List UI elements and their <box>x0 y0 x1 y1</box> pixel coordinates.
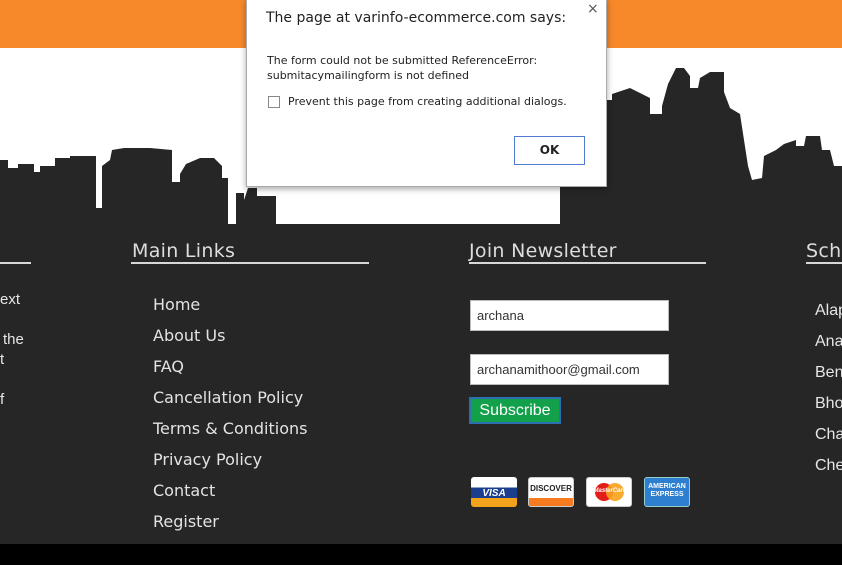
american-express-icon: AMERICAN EXPRESS <box>644 477 690 507</box>
school-link-2[interactable]: Ana <box>815 333 842 351</box>
footer-link-privacy-policy[interactable]: Privacy Policy <box>153 451 307 482</box>
newsletter-rule <box>469 262 706 264</box>
left-column-text-4[interactable]: f <box>0 391 4 408</box>
discover-card-icon: DISCOVER <box>528 477 574 507</box>
visa-card-icon: VISA <box>471 477 517 507</box>
dialog-title: The page at varinfo-ecommerce.com says: <box>266 10 567 26</box>
footer-link-contact[interactable]: Contact <box>153 482 307 513</box>
alert-dialog: The page at varinfo-ecommerce.com says: … <box>246 0 607 187</box>
schools-rule <box>806 262 842 264</box>
main-links-title: Main Links <box>132 240 236 262</box>
discover-card-label: DISCOVER <box>530 484 572 493</box>
school-link-5[interactable]: Cha <box>815 426 842 444</box>
school-link-3[interactable]: Ben <box>815 364 842 382</box>
left-column-text-3[interactable]: t <box>0 351 4 368</box>
close-icon[interactable]: × <box>587 1 599 17</box>
mastercard-label: MasterCard <box>593 488 627 494</box>
footer-link-register[interactable]: Register <box>153 513 307 544</box>
school-link-6[interactable]: Che <box>815 457 842 475</box>
main-links-rule <box>131 262 369 264</box>
subscribe-button[interactable]: Subscribe <box>469 397 561 424</box>
footer-link-terms-conditions[interactable]: Terms & Conditions <box>153 420 307 451</box>
visa-card-label: VISA <box>482 488 506 499</box>
dialog-message-line-2: submitacymailingform is not defined <box>267 69 469 82</box>
site-footer <box>0 225 842 544</box>
left-column-rule <box>0 262 31 264</box>
dialog-message-line-1: The form could not be submitted Referenc… <box>267 54 538 67</box>
footer-link-about-us[interactable]: About Us <box>153 327 307 358</box>
bottom-black-strip <box>0 544 842 565</box>
footer-link-faq[interactable]: FAQ <box>153 358 307 389</box>
school-link-4[interactable]: Bho <box>815 395 842 413</box>
amex-label-line2: EXPRESS <box>650 491 684 498</box>
left-column-text-1[interactable]: ext <box>0 291 20 308</box>
prevent-dialogs-label[interactable]: Prevent this page from creating addition… <box>288 95 567 108</box>
ok-button[interactable]: OK <box>514 136 585 165</box>
newsletter-email-input[interactable]: archanamithoor@gmail.com <box>470 354 669 385</box>
schools-title: Scho <box>806 240 842 262</box>
newsletter-name-input[interactable]: archana <box>470 300 669 331</box>
prevent-dialogs-checkbox[interactable] <box>268 96 280 108</box>
footer-link-home[interactable]: Home <box>153 296 307 327</box>
footer-link-cancellation-policy[interactable]: Cancellation Policy <box>153 389 307 420</box>
amex-label-line1: AMERICAN <box>648 483 686 490</box>
school-link-1[interactable]: Alap <box>815 302 842 320</box>
left-column-text-2[interactable]: the <box>3 331 24 348</box>
main-links-list: Home About Us FAQ Cancellation Policy Te… <box>153 296 307 544</box>
newsletter-title: Join Newsletter <box>469 240 617 262</box>
dialog-message: The form could not be submitted Referenc… <box>267 53 597 83</box>
mastercard-icon: MasterCard <box>586 477 632 507</box>
